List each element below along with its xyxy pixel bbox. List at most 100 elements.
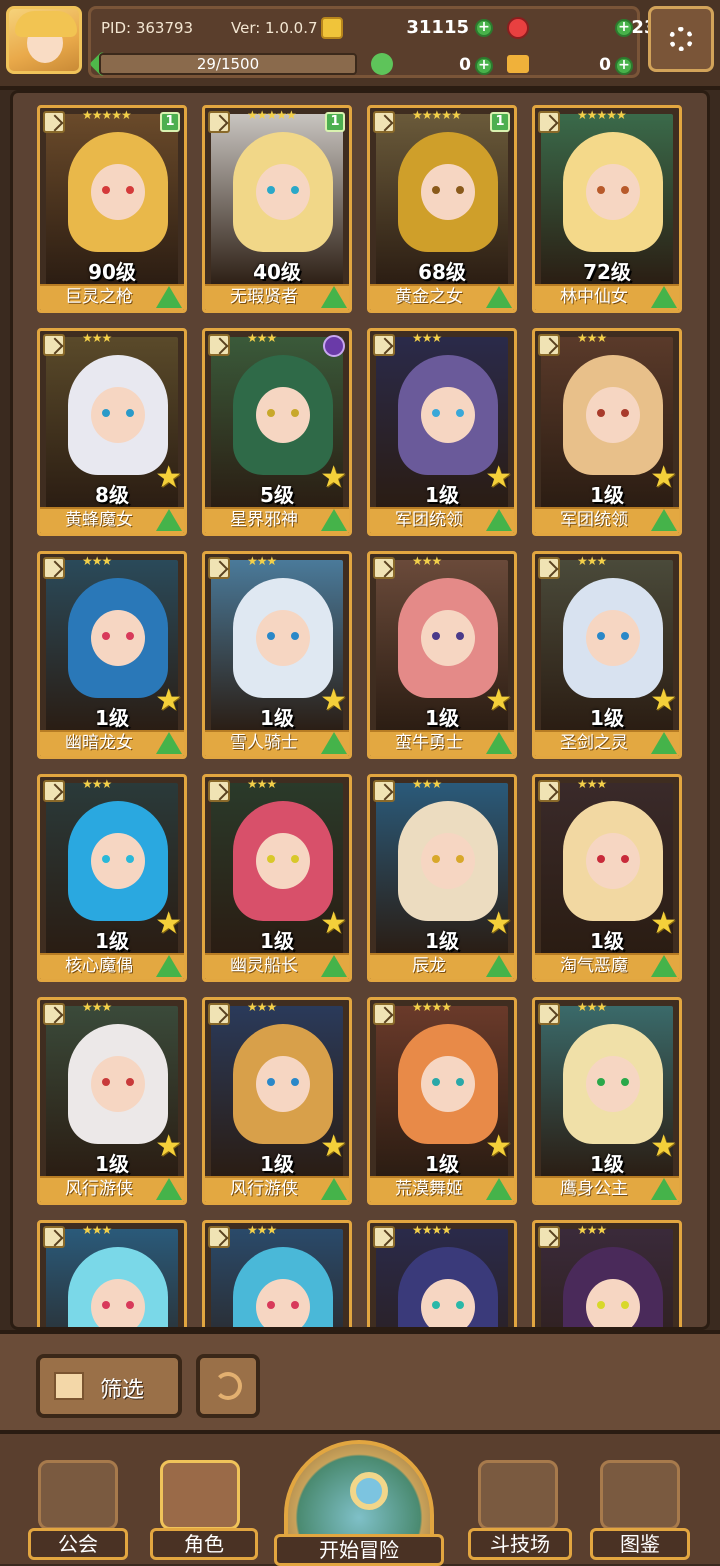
- nav-guild-label: 公会: [58, 1532, 98, 1556]
- level-up-arrow-icon[interactable]: [321, 955, 347, 977]
- top-bar: PID: 363793 Ver: 1.0.0.7 31115 + 235 + 2…: [0, 0, 720, 90]
- player-avatar[interactable]: [6, 6, 82, 74]
- level-up-arrow-icon[interactable]: [486, 955, 512, 977]
- portrait-face: [421, 1056, 475, 1112]
- level-up-arrow-icon[interactable]: [156, 1178, 182, 1200]
- character-card[interactable]: ★★★ 1级 ★ 风行游侠: [37, 997, 187, 1205]
- name-bar: 无瑕贤者: [205, 284, 349, 310]
- portrait-face: [421, 1279, 475, 1327]
- player-info-panel: PID: 363793 Ver: 1.0.0.7 31115 + 235 + 2…: [88, 6, 669, 78]
- portrait-eye: [621, 409, 629, 417]
- add-gold-button[interactable]: +: [475, 19, 493, 37]
- class-icon: [538, 780, 560, 802]
- character-card[interactable]: ★★★★★ 1 68级 黄金之女: [367, 105, 517, 313]
- nav-adventure[interactable]: 开始冒险: [274, 1440, 444, 1566]
- gear-icon: [669, 27, 693, 51]
- name-bar: 风行游侠: [40, 1176, 184, 1202]
- character-name: 巨灵之枪: [65, 287, 133, 307]
- portrait-eye: [597, 1078, 605, 1086]
- name-bar: 圣剑之灵: [535, 730, 679, 756]
- count-badge: 1: [490, 112, 510, 132]
- level-up-arrow-icon[interactable]: [321, 732, 347, 754]
- sort-reset-button[interactable]: [196, 1354, 260, 1418]
- add-key-button[interactable]: +: [615, 57, 633, 75]
- level-up-arrow-icon[interactable]: [486, 732, 512, 754]
- level-up-arrow-icon[interactable]: [486, 286, 512, 308]
- character-card[interactable]: ★★★★ 1级 ★ 荒漠舞姬: [367, 997, 517, 1205]
- level-up-arrow-icon[interactable]: [486, 1178, 512, 1200]
- character-card[interactable]: ★★★ 1级 ★ 军团统领: [532, 328, 682, 536]
- nav-adventure-label-box: 开始冒险: [274, 1534, 444, 1566]
- character-card[interactable]: ★★★ 8级 ★ 黄蜂魔女: [37, 328, 187, 536]
- portrait-eye: [621, 186, 629, 194]
- star-upgrade-icon: ★: [485, 683, 512, 718]
- add-gem-button[interactable]: +: [615, 19, 633, 37]
- level-up-arrow-icon[interactable]: [651, 509, 677, 531]
- portrait-face: [586, 833, 640, 889]
- name-bar: 军团统领: [370, 507, 514, 533]
- character-card[interactable]: ★★★ 1级 ★ 军团统领: [367, 328, 517, 536]
- character-card[interactable]: ★★★ 1级 ★ 鹰身公主: [532, 997, 682, 1205]
- level-up-arrow-icon[interactable]: [651, 955, 677, 977]
- character-card[interactable]: ★★★ 1级 ★ 雪人骑士: [202, 551, 352, 759]
- level-progress-text: 29/1500: [196, 55, 260, 73]
- character-card[interactable]: ★★★ 1级 ★ 幽灵船长: [202, 774, 352, 982]
- level-up-arrow-icon[interactable]: [486, 509, 512, 531]
- level-up-arrow-icon[interactable]: [651, 286, 677, 308]
- character-card[interactable]: ★★★ 1级 ★ 辰龙: [367, 774, 517, 982]
- portrait-eye: [456, 186, 464, 194]
- character-card[interactable]: ★★★★: [367, 1220, 517, 1327]
- name-bar: 鹰身公主: [535, 1176, 679, 1202]
- character-card[interactable]: ★★★ 1级 ★ 圣剑之灵: [532, 551, 682, 759]
- class-icon: [208, 1003, 230, 1025]
- class-icon: [373, 557, 395, 579]
- character-card[interactable]: ★★★: [202, 1220, 352, 1327]
- nav-codex[interactable]: 图鉴: [590, 1460, 690, 1560]
- level-up-arrow-icon[interactable]: [651, 732, 677, 754]
- level-up-arrow-icon[interactable]: [651, 1178, 677, 1200]
- character-card[interactable]: ★★★★★ 72级 林中仙女: [532, 105, 682, 313]
- nav-character[interactable]: 角色: [150, 1460, 258, 1560]
- nav-guild[interactable]: 公会: [28, 1460, 128, 1560]
- portrait-face: [421, 833, 475, 889]
- star-upgrade-icon: ★: [320, 683, 347, 718]
- portrait-face: [256, 1056, 310, 1112]
- nav-arena[interactable]: 斗技场: [468, 1460, 572, 1560]
- level-up-arrow-icon[interactable]: [156, 732, 182, 754]
- character-card[interactable]: ★★★: [532, 1220, 682, 1327]
- portrait-face: [91, 1279, 145, 1327]
- character-card[interactable]: ★★★★★ 1 40级 无瑕贤者: [202, 105, 352, 313]
- character-card[interactable]: ★★★ 5级 ★ 星界邪神: [202, 328, 352, 536]
- character-card[interactable]: ★★★: [37, 1220, 187, 1327]
- character-card[interactable]: ★★★ 1级 ★ 淘气恶魔: [532, 774, 682, 982]
- portrait-face: [586, 1279, 640, 1327]
- rarity-stars: ★★★: [82, 777, 112, 791]
- character-name: 无瑕贤者: [230, 287, 298, 307]
- count-badge: 1: [160, 112, 180, 132]
- key-icon: [507, 55, 529, 73]
- class-icon: [208, 557, 230, 579]
- character-card[interactable]: ★★★ 1级 ★ 蛮牛勇士: [367, 551, 517, 759]
- level-up-arrow-icon[interactable]: [156, 286, 182, 308]
- portrait-eye: [291, 409, 299, 417]
- name-bar: 幽暗龙女: [40, 730, 184, 756]
- name-bar: 辰龙: [370, 953, 514, 979]
- portrait-eye: [126, 855, 134, 863]
- character-card[interactable]: ★★★ 1级 ★ 风行游侠: [202, 997, 352, 1205]
- add-clover-button[interactable]: +: [475, 57, 493, 75]
- level-up-arrow-icon[interactable]: [156, 509, 182, 531]
- character-name: 核心魔偶: [65, 956, 133, 976]
- character-card[interactable]: ★★★ 1级 ★ 幽暗龙女: [37, 551, 187, 759]
- filter-button[interactable]: 筛选: [36, 1354, 182, 1418]
- level-up-arrow-icon[interactable]: [321, 509, 347, 531]
- character-card[interactable]: ★★★ 1级 ★ 核心魔偶: [37, 774, 187, 982]
- portrait-eye: [267, 1078, 275, 1086]
- level-up-arrow-icon[interactable]: [156, 955, 182, 977]
- character-portrait: [211, 1229, 343, 1327]
- level-up-arrow-icon[interactable]: [321, 286, 347, 308]
- portrait-face: [91, 387, 145, 443]
- character-name: 军团统领: [560, 510, 628, 530]
- character-card[interactable]: ★★★★★ 1 90级 巨灵之枪: [37, 105, 187, 313]
- settings-button[interactable]: [648, 6, 714, 72]
- level-up-arrow-icon[interactable]: [321, 1178, 347, 1200]
